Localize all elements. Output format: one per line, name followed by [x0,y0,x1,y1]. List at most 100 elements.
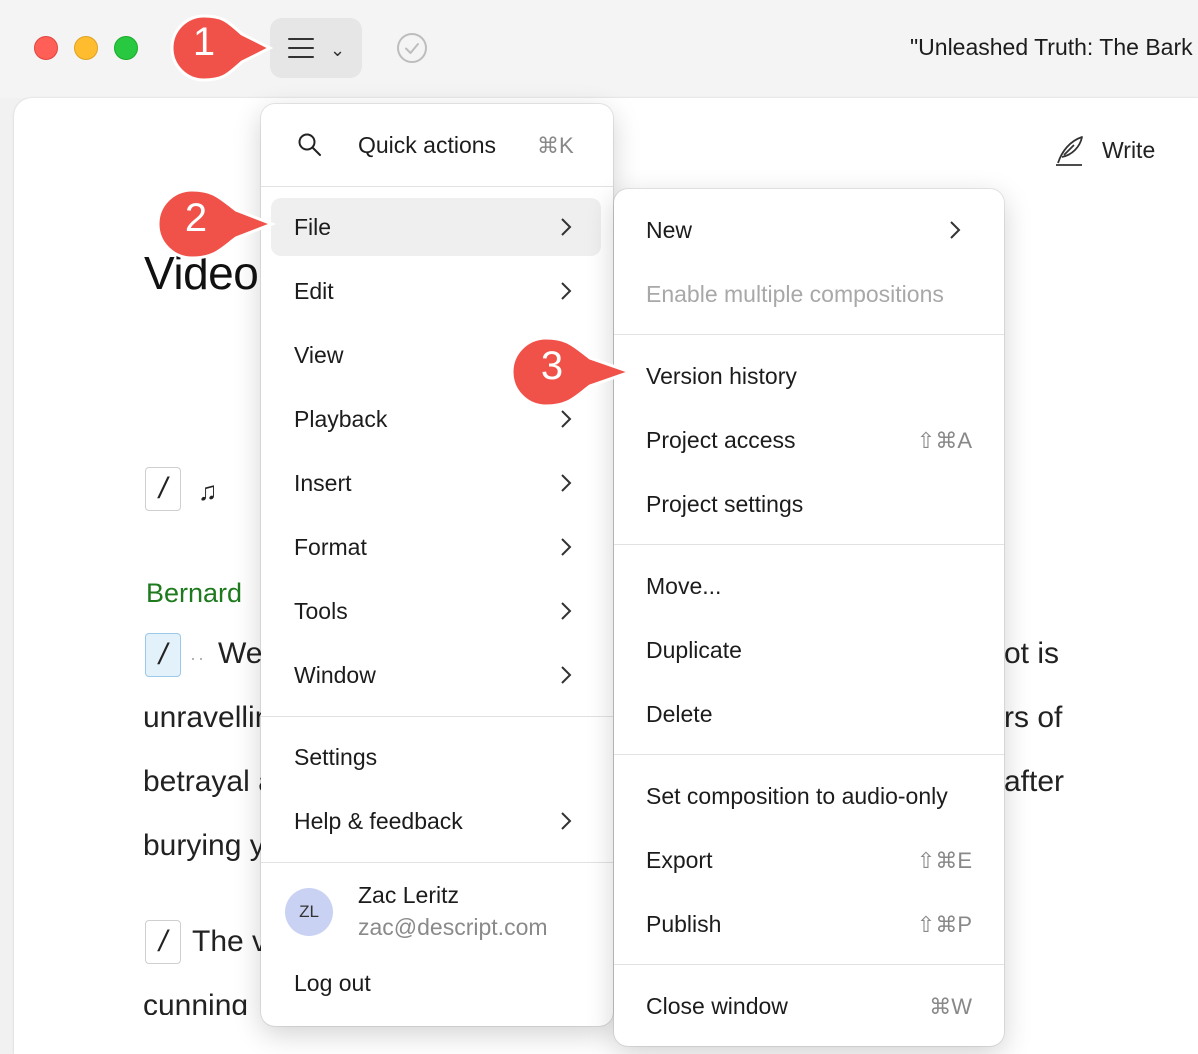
menu-divider [261,716,613,717]
script-line[interactable]: unravellin [143,701,271,735]
submenu-item-enable-multiple-compositions: Enable multiple compositions [614,265,1004,321]
check-circle-icon[interactable] [396,32,428,64]
hamburger-icon [288,38,314,58]
menu-divider [614,754,1004,755]
submenu-item-publish[interactable]: Publish ⇧⌘P [614,895,1004,951]
submenu-item-label: Set composition to audio-only [646,783,948,809]
menu-item-label: View [294,342,344,368]
menu-divider [614,544,1004,545]
script-line[interactable]: cunning [143,989,248,1015]
shortcut-label: ⇧⌘E [916,848,972,873]
avatar: ZL [285,888,333,936]
maximize-window-button[interactable] [114,36,138,60]
file-submenu: New Enable multiple compositions Version… [614,189,1004,1046]
write-label: Write [1102,136,1156,163]
gap-dots: ·· [190,648,206,668]
menu-item-edit[interactable]: Edit [271,262,601,320]
chevron-right-icon [561,282,572,300]
submenu-item-version-history[interactable]: Version history [614,347,1004,403]
submenu-item-label: Enable multiple compositions [646,281,944,307]
callout-number: 3 [540,344,564,388]
document-title: "Unleashed Truth: The Bark [910,34,1193,60]
script-line-fragment[interactable]: ot is [1004,637,1059,671]
menu-divider [614,964,1004,965]
submenu-item-label: Close window [646,993,788,1019]
submenu-item-label: Duplicate [646,637,742,663]
slash-command-box-active[interactable]: / [145,633,181,677]
step-callout-2: 2 [150,186,278,260]
menu-item-label: Log out [294,970,371,996]
menu-item-label: Format [294,534,367,560]
user-email: zac@descript.com [358,914,548,940]
user-name: Zac Leritz [358,882,459,908]
script-line-fragment[interactable]: rs of [1004,701,1062,735]
quill-icon [1056,136,1083,166]
menu-item-settings[interactable]: Settings [271,728,601,786]
slash-command-box[interactable]: / [145,920,181,964]
submenu-item-export[interactable]: Export ⇧⌘E [614,831,1004,887]
submenu-item-project-access[interactable]: Project access ⇧⌘A [614,411,1004,467]
shortcut-label: ⌘W [929,994,972,1019]
menu-item-label: Help & feedback [294,808,463,834]
minimize-window-button[interactable] [74,36,98,60]
chevron-right-icon [561,602,572,620]
main-menu-button[interactable]: ⌄ [270,18,362,78]
chevron-right-icon [561,218,572,236]
menu-item-insert[interactable]: Insert [271,454,601,512]
menu-item-file[interactable]: File [271,198,601,256]
menu-item-logout[interactable]: Log out [271,954,601,1012]
write-button[interactable]: Write [1052,132,1155,168]
submenu-item-label: Export [646,847,713,873]
shortcut-label: ⇧⌘A [916,428,972,453]
submenu-item-new[interactable]: New [614,201,1004,257]
script-line[interactable]: The v [192,925,267,959]
menu-item-label: Edit [294,278,334,304]
submenu-item-label: Delete [646,701,713,727]
submenu-item-label: Version history [646,363,797,389]
quick-actions-shortcut: ⌘K [537,133,574,158]
submenu-item-label: Project access [646,427,796,453]
quick-actions-item[interactable]: Quick actions [358,132,496,159]
script-line-fragment[interactable]: after [1004,765,1064,799]
callout-number: 1 [192,20,216,64]
menu-item-format[interactable]: Format [271,518,601,576]
menu-item-label: Playback [294,406,388,432]
submenu-item-label: Publish [646,911,722,937]
script-line[interactable]: betrayal a [143,765,275,799]
submenu-item-label: Project settings [646,491,804,517]
submenu-item-audio-only[interactable]: Set composition to audio-only [614,767,1004,823]
submenu-item-move[interactable]: Move... [614,557,1004,613]
menu-divider [614,334,1004,335]
chevron-down-icon: ⌄ [330,40,346,60]
chevron-right-icon [561,666,572,684]
submenu-item-delete[interactable]: Delete [614,685,1004,741]
submenu-item-project-settings[interactable]: Project settings [614,475,1004,531]
chevron-right-icon [561,812,572,830]
menu-item-tools[interactable]: Tools [271,582,601,640]
menu-item-label: Insert [294,470,352,496]
speaker-label[interactable]: Bernard [146,578,242,609]
search-icon [298,133,321,156]
submenu-item-label: New [646,217,693,243]
menu-item-label: Settings [294,744,378,770]
menu-divider [261,862,613,863]
callout-number: 2 [184,196,208,240]
menu-divider [261,186,613,187]
chevron-right-icon [561,538,572,556]
step-callout-3: 3 [504,334,634,408]
shortcut-label: ⇧⌘P [916,912,972,937]
menu-item-help[interactable]: Help & feedback [271,792,601,850]
close-window-button[interactable] [34,36,58,60]
menu-item-label: File [294,214,332,240]
submenu-item-label: Move... [646,573,722,599]
main-menu: Quick actions ⌘K File Edit View Playback… [261,104,613,1026]
chevron-right-icon [561,474,572,492]
script-line[interactable]: We [218,637,262,671]
script-line[interactable]: burying y [143,829,265,863]
submenu-item-close-window[interactable]: Close window ⌘W [614,977,1004,1033]
menu-item-label: Tools [294,598,348,624]
chevron-right-icon [561,410,572,428]
menu-item-window[interactable]: Window [271,646,601,704]
slash-command-box[interactable]: / [145,467,181,511]
submenu-item-duplicate[interactable]: Duplicate [614,621,1004,677]
